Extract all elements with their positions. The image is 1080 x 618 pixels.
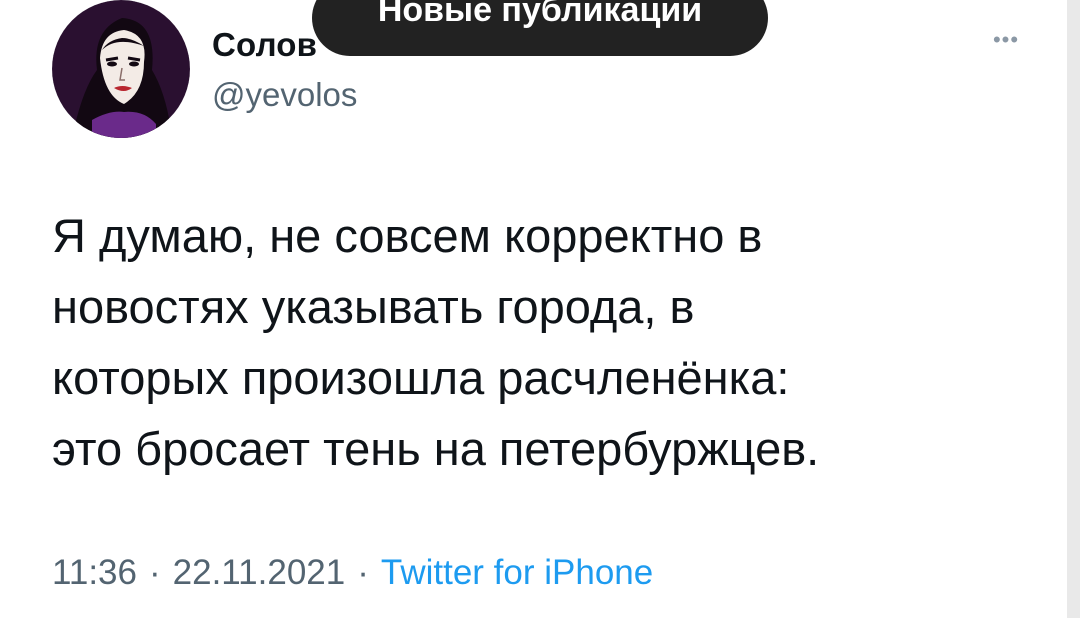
tweet-metadata: 11:36 · 22.11.2021 · Twitter for iPhone <box>52 553 653 593</box>
tweet-date[interactable]: 22.11.2021 <box>173 553 346 592</box>
tweet-text-line: это бросает тень на петербуржцев. <box>52 422 820 475</box>
tweet-card: Солов @yevolos ••• Я думаю, не совсем ко… <box>0 0 1080 618</box>
scrollbar[interactable] <box>1067 0 1080 618</box>
meta-separator: · <box>149 553 161 592</box>
tweet-text: Я думаю, не совсем корректно в новостях … <box>52 200 1052 484</box>
avatar[interactable] <box>52 0 190 138</box>
author-handle[interactable]: @yevolos <box>212 76 357 114</box>
avatar-illustration <box>52 0 190 138</box>
tweet-text-line: новостях указывать города, в <box>52 280 695 333</box>
tweet-text-line: которых произошла расчленёнка: <box>52 351 790 404</box>
more-horizontal-icon: ••• <box>992 27 1020 52</box>
new-posts-toast-button[interactable]: Новые публикации <box>312 0 768 56</box>
author-display-name[interactable]: Солов <box>212 26 322 64</box>
tweet-time[interactable]: 11:36 <box>52 553 137 592</box>
meta-separator: · <box>357 553 369 592</box>
more-options-button[interactable]: ••• <box>986 26 1026 54</box>
tweet-source-link[interactable]: Twitter for iPhone <box>381 553 653 592</box>
tweet-text-line: Я думаю, не совсем корректно в <box>52 209 763 262</box>
